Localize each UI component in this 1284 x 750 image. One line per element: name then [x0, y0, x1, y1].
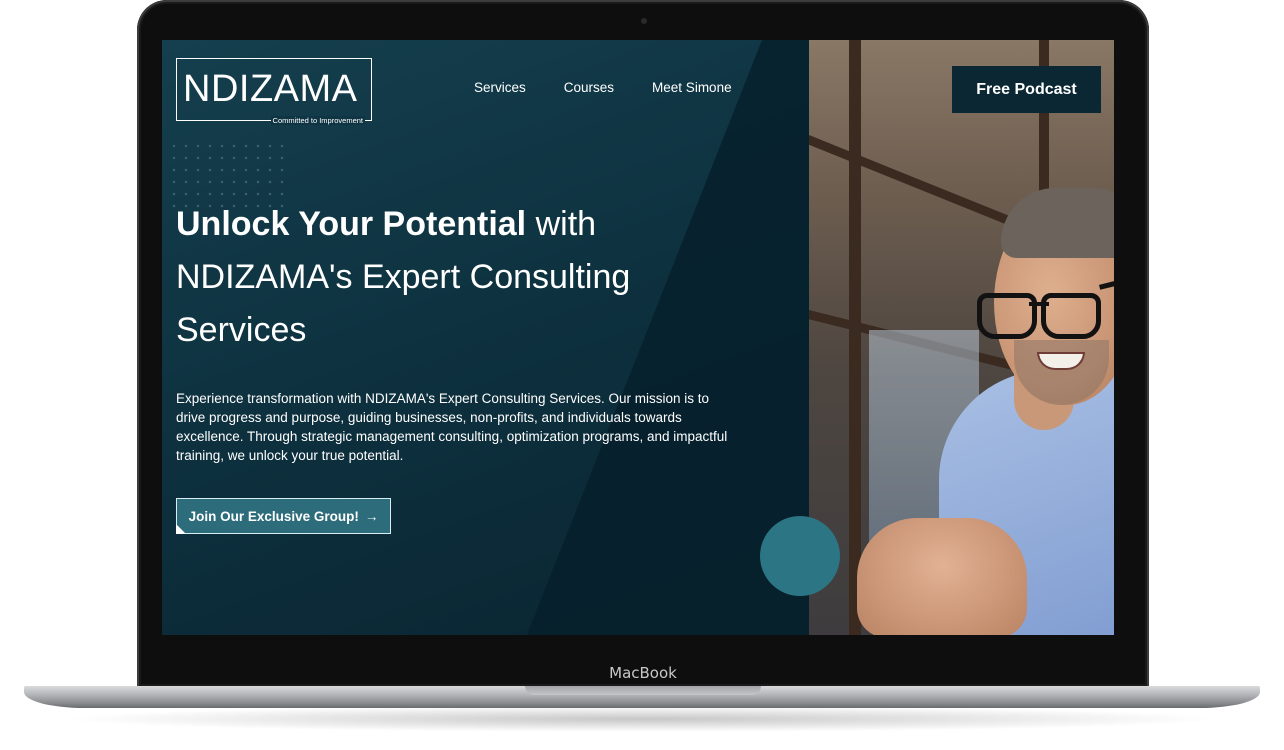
join-group-label: Join Our Exclusive Group! [188, 508, 359, 524]
nav-link-meet-simone[interactable]: Meet Simone [652, 80, 732, 95]
logo-tagline: Committed to Improvement [270, 116, 365, 125]
hero-headline: Unlock Your Potential with NDIZAMA's Exp… [176, 198, 736, 357]
corner-accent [176, 524, 186, 534]
nav-link-courses[interactable]: Courses [564, 80, 614, 95]
main-nav: Services Courses Meet Simone [474, 80, 732, 95]
join-group-button[interactable]: Join Our Exclusive Group! → [176, 498, 391, 534]
laptop-shadow [60, 706, 1224, 732]
hero-headline-bold: Unlock Your Potential [176, 205, 527, 243]
logo-wordmark: NDIZAMA [183, 68, 358, 110]
site-logo[interactable]: NDIZAMA Committed to Improvement [176, 58, 372, 125]
photo-beam [849, 40, 861, 635]
glasses-bridge [1029, 302, 1049, 306]
decorative-circle [760, 516, 840, 596]
laptop-screen: NDIZAMA Committed to Improvement Service… [162, 40, 1114, 635]
hero-photo [809, 40, 1114, 635]
glasses-lens-right [1041, 293, 1101, 339]
webcam [641, 18, 647, 24]
nav-link-services[interactable]: Services [474, 80, 526, 95]
laptop-notch [525, 686, 761, 695]
laptop-brand-label: MacBook [609, 664, 677, 682]
person-hair [1001, 188, 1114, 258]
hero-description: Experience transformation with NDIZAMA's… [176, 391, 728, 463]
glasses-lens-left [977, 293, 1037, 339]
person-hands [857, 518, 1027, 635]
arrow-right-icon: → [364, 508, 379, 524]
free-podcast-button[interactable]: Free Podcast [952, 66, 1101, 113]
